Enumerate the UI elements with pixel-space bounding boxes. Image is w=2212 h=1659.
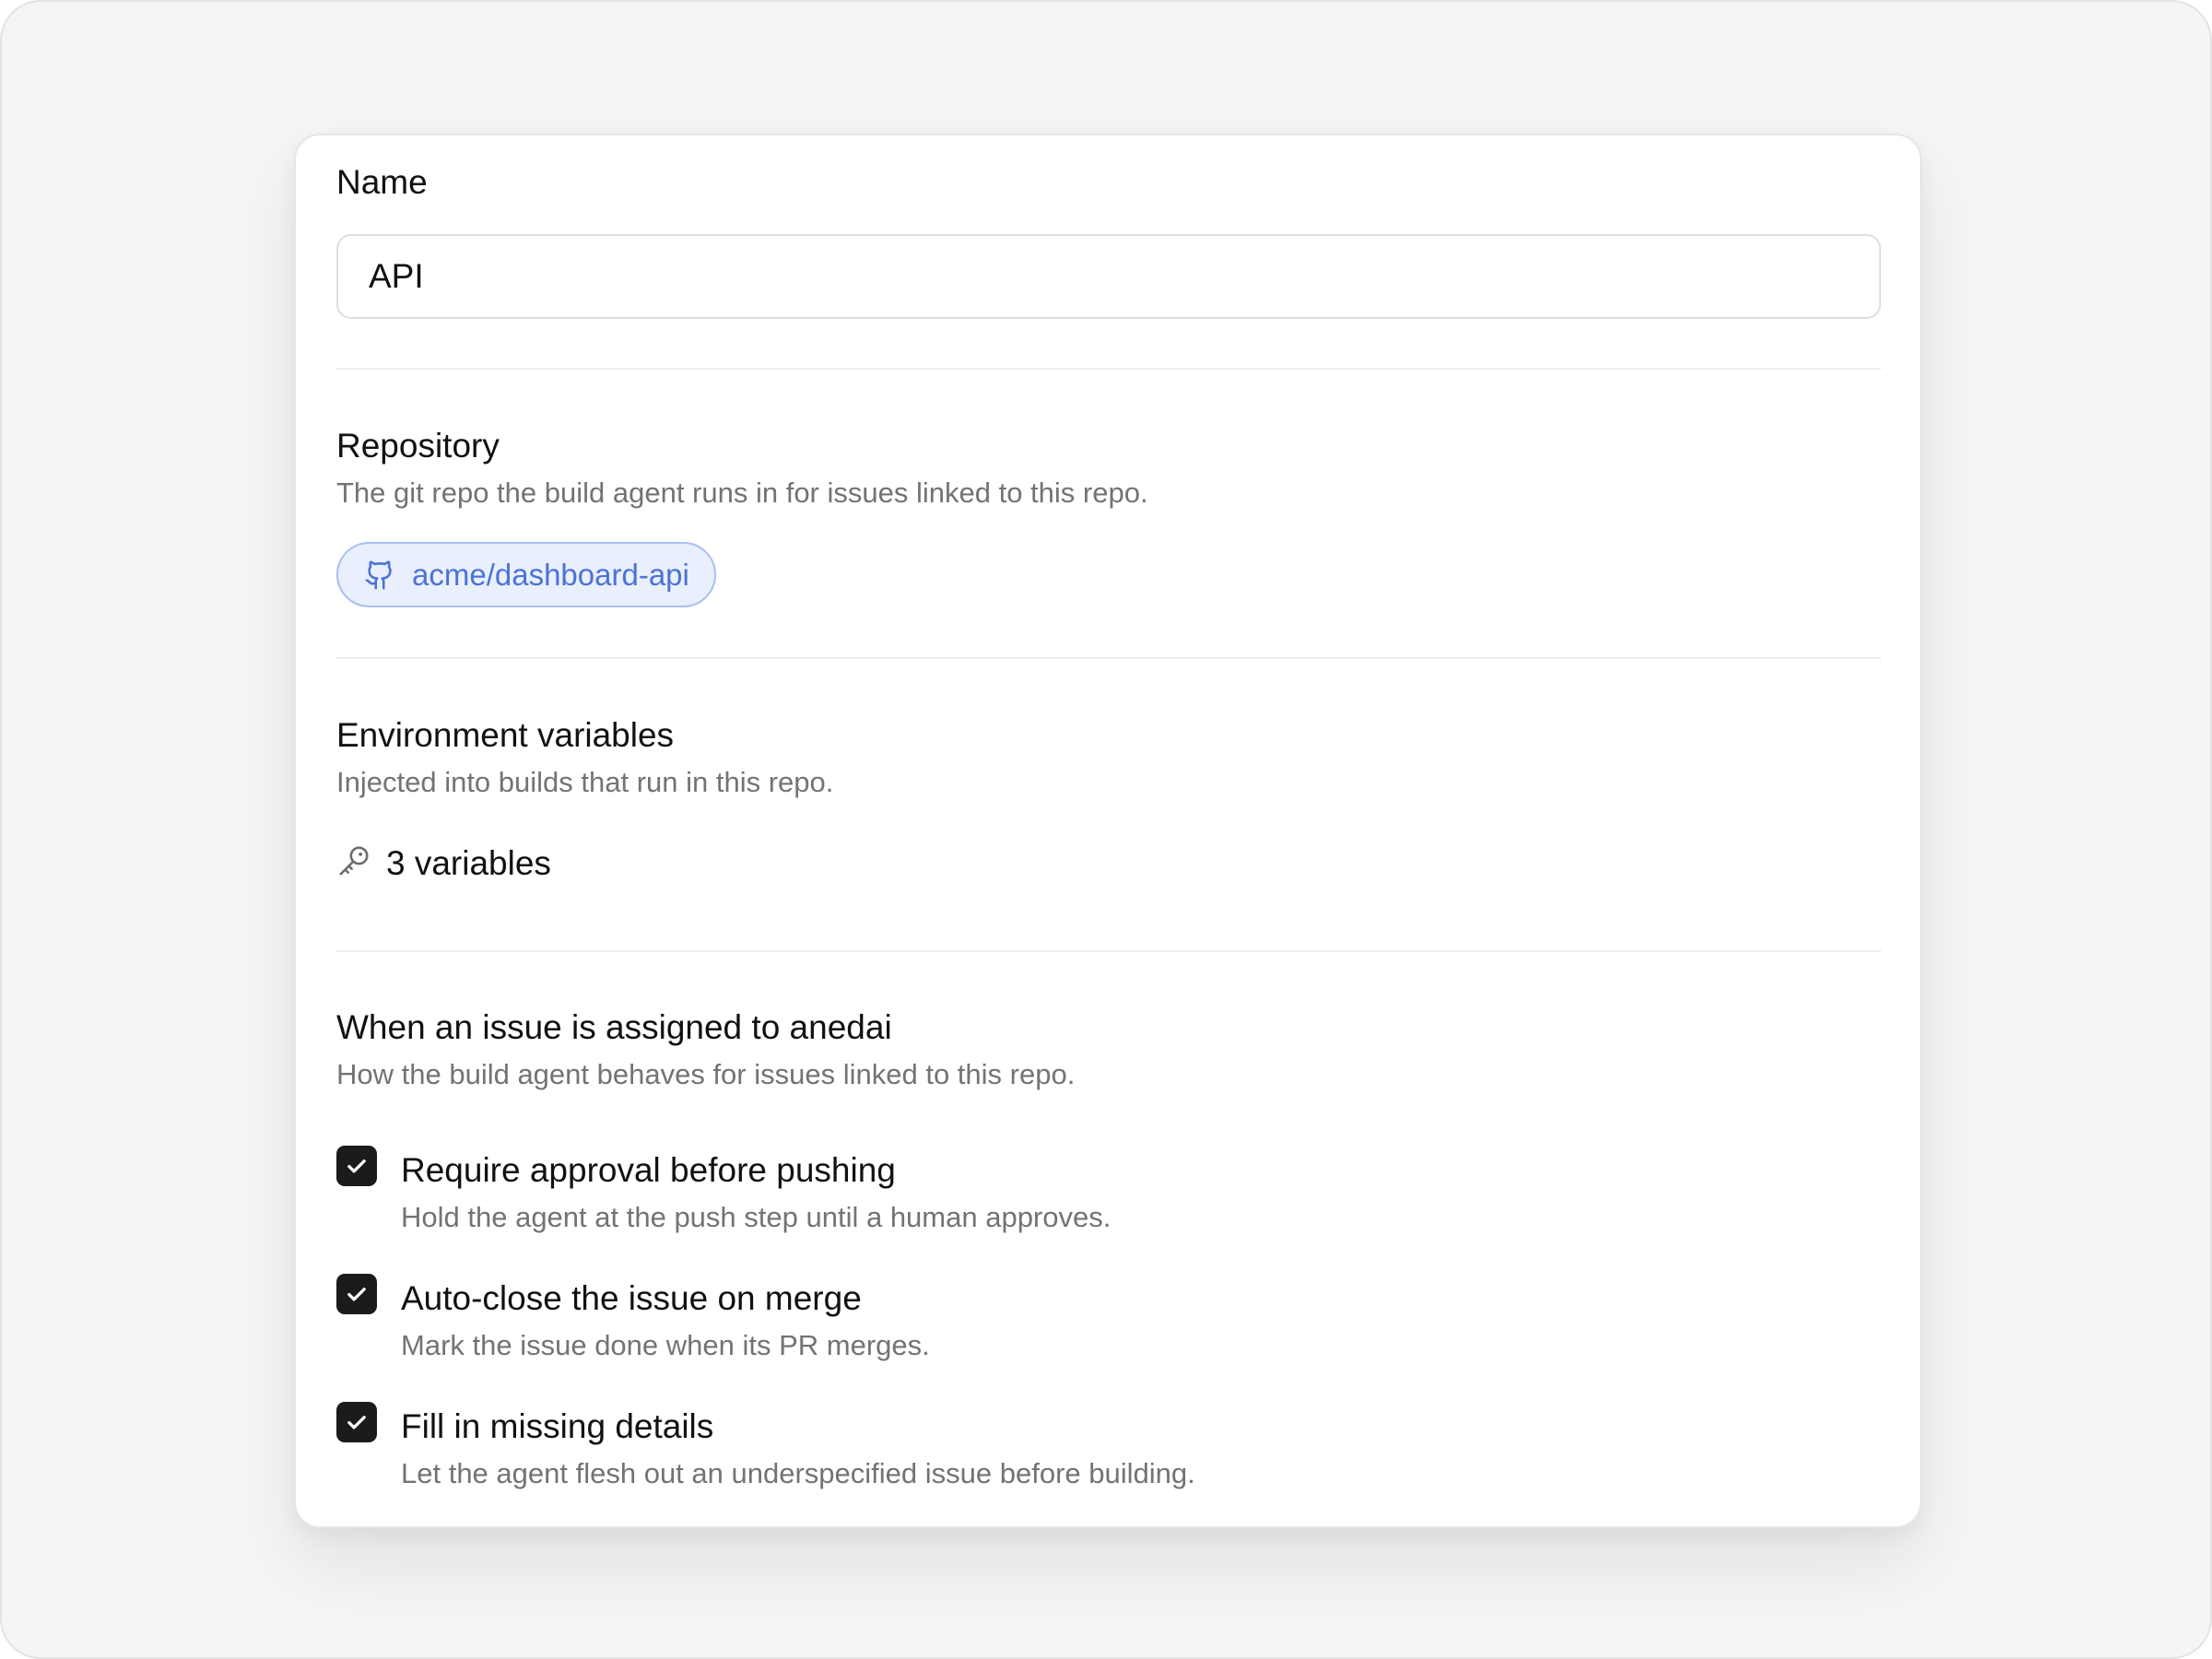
repository-name: acme/dashboard-api xyxy=(412,557,689,592)
option-require-approval: Require approval before pushing Hold the… xyxy=(336,1146,1535,1247)
assignment-description: How the build agent behaves for issues l… xyxy=(336,1058,1076,1090)
option-description: Mark the issue done when its PR merges. xyxy=(401,1329,930,1361)
section-divider xyxy=(336,950,1881,952)
app-frame: Name Repository The git repo the build a… xyxy=(0,0,2212,1659)
env-variables-description: Injected into builds that run in this re… xyxy=(336,766,834,798)
repo-settings-card: Name Repository The git repo the build a… xyxy=(294,134,1922,1528)
repository-chip[interactable]: acme/dashboard-api xyxy=(336,542,716,607)
checkmark-icon xyxy=(347,1416,366,1430)
key-icon xyxy=(336,843,371,883)
repository-description: The git repo the build agent runs in for… xyxy=(336,477,1148,509)
github-icon xyxy=(364,558,395,593)
fill-details-checkbox[interactable] xyxy=(336,1402,377,1442)
env-variables-count[interactable]: 3 variables xyxy=(336,843,551,883)
variables-count-label: 3 variables xyxy=(386,843,551,882)
option-title: Fill in missing details xyxy=(401,1407,714,1445)
option-fill-details: Fill in missing details Let the agent fl… xyxy=(336,1402,1535,1503)
option-title: Require approval before pushing xyxy=(401,1151,896,1189)
name-input[interactable] xyxy=(336,234,1881,319)
section-divider xyxy=(336,368,1881,370)
option-auto-close: Auto-close the issue on merge Mark the i… xyxy=(336,1274,1535,1375)
auto-close-checkbox[interactable] xyxy=(336,1274,377,1314)
option-description: Let the agent flesh out an underspecifie… xyxy=(401,1457,1195,1489)
checkmark-icon xyxy=(347,1288,366,1301)
name-label: Name xyxy=(336,163,428,201)
assignment-title: When an issue is assigned to anedai xyxy=(336,1008,892,1046)
section-divider xyxy=(336,657,1881,659)
option-description: Hold the agent at the push step until a … xyxy=(401,1201,1112,1233)
env-variables-title: Environment variables xyxy=(336,716,675,754)
repository-title: Repository xyxy=(336,427,500,465)
checkmark-icon xyxy=(347,1159,366,1173)
option-title: Auto-close the issue on merge xyxy=(401,1279,862,1317)
require-approval-checkbox[interactable] xyxy=(336,1146,377,1186)
